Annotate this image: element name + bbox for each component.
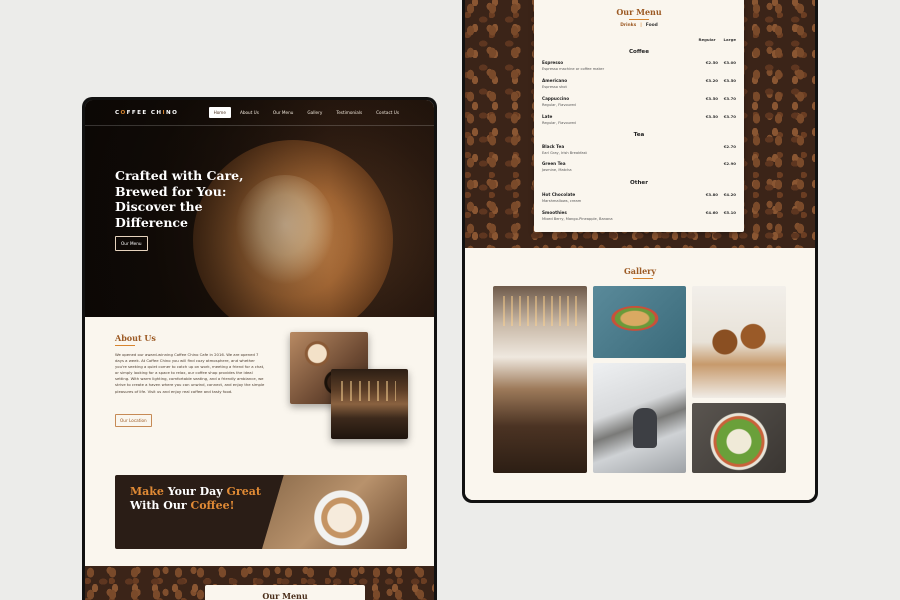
desktop-mockup-right: Our Menu Drinks | Food Regular Large Coffe…	[462, 0, 818, 503]
menu-item: Espresso Espresso machine or coffee make…	[542, 60, 736, 71]
gallery-photo-person-laptop[interactable]	[593, 363, 686, 473]
menu-tabs: Drinks | Food	[620, 23, 658, 28]
tab-drinks[interactable]: Drinks	[620, 23, 636, 28]
menu-item: Late Regular, Flavoured €3.50 €3.70	[542, 114, 736, 125]
about-heading: About Us	[115, 333, 156, 343]
gallery-photo-muffins[interactable]	[692, 286, 786, 398]
top-nav: C O FFEE CH I NO Home About Us Our Menu Gall…	[85, 100, 434, 126]
gallery-heading: Gallery	[623, 266, 657, 276]
nav-links: Home About Us Our Menu Gallery Testimoni…	[208, 107, 404, 118]
menu-item: Americano Espresso shot €3.20 €3.50	[542, 78, 736, 89]
hero-section: Crafted with Care, Brewed for You: Disco…	[85, 100, 434, 317]
about-section: About Us We opened our award-winning Cof…	[85, 317, 434, 475]
menu-item: Smoothies Mixed Berry, Mango-Pineapple, …	[542, 210, 736, 221]
nav-menu[interactable]: Our Menu	[268, 107, 299, 118]
promo-banner: Make Your Day Great With Our Coffee!	[115, 475, 407, 549]
gallery-photo-cafe-interior[interactable]	[493, 286, 587, 473]
left-screen: Crafted with Care, Brewed for You: Disco…	[85, 100, 434, 600]
category-heading: Other	[630, 180, 648, 186]
menu-item: Hot Chocolate Marshmallows, cream €3.80 …	[542, 192, 736, 203]
nav-home[interactable]: Home	[208, 107, 231, 118]
nav-contact[interactable]: Contact Us	[371, 107, 404, 118]
gallery-photo-sandwich[interactable]	[593, 286, 686, 358]
gallery-photo-salad-bowl[interactable]	[692, 403, 786, 473]
gallery-section: Gallery	[465, 248, 815, 500]
price-column-headers: Regular Large	[698, 37, 736, 42]
banner-title: Make Your Day Great With Our Coffee!	[130, 485, 261, 512]
heading-underline	[633, 278, 653, 279]
category-heading: Tea	[633, 132, 645, 138]
our-location-button[interactable]: Our Location	[115, 414, 152, 427]
heading-underline	[629, 19, 649, 20]
hero-our-menu-button[interactable]: Our Menu	[115, 236, 148, 251]
menu-item: Black Tea Earl Gray, Irish Breakfast €2.…	[542, 144, 736, 155]
menu-item: Cappuccino Regular, Flavoured €3.50 €3.7…	[542, 96, 736, 107]
banner-coffee-image	[262, 475, 407, 549]
menu-item: Green Tea Jasmine, Matcha €2.90	[542, 161, 736, 172]
heading-underline	[115, 345, 135, 346]
menu-card-preview: Our Menu	[205, 585, 365, 600]
nav-about[interactable]: About Us	[235, 107, 264, 118]
right-screen: Our Menu Drinks | Food Regular Large Coffe…	[465, 0, 815, 500]
menu-heading-preview: Our Menu	[262, 591, 308, 600]
menu-card: Our Menu Drinks | Food Regular Large Coffe…	[534, 0, 744, 232]
about-photo-cafe-interior	[331, 369, 408, 439]
about-body: We opened our award-winning Coffee Chino…	[115, 352, 265, 394]
category-heading: Coffee	[628, 49, 650, 55]
hero-title: Crafted with Care, Brewed for You: Disco…	[115, 168, 244, 230]
nav-gallery[interactable]: Gallery	[302, 107, 327, 118]
desktop-mockup-left: Crafted with Care, Brewed for You: Disco…	[82, 97, 437, 600]
site-logo[interactable]: C O FFEE CH I NO	[115, 110, 178, 116]
menu-heading: Our Menu	[616, 7, 662, 17]
tab-food[interactable]: Food	[646, 23, 658, 28]
nav-testimonials[interactable]: Testimonials	[331, 107, 367, 118]
